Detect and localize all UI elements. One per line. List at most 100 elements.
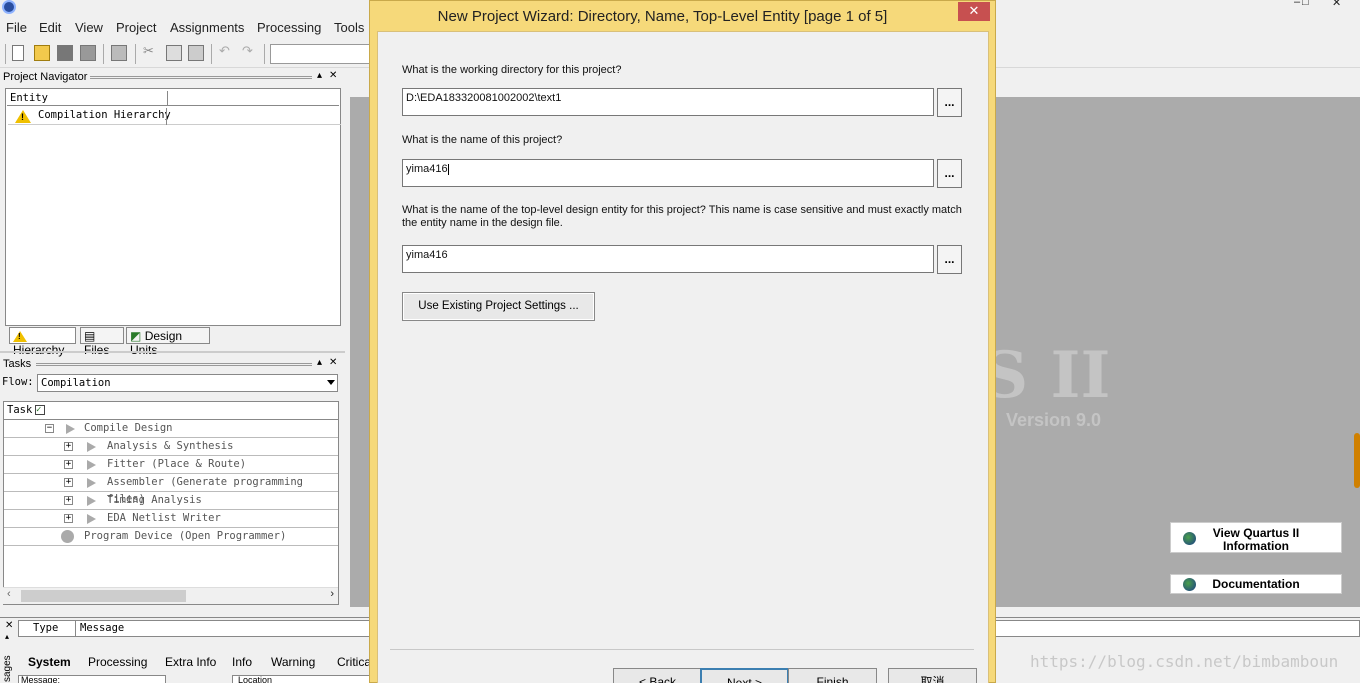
copy-icon[interactable] <box>166 45 182 61</box>
hierarchy-row[interactable]: ! Compilation Hierarchy <box>8 108 341 125</box>
column-task[interactable]: Task <box>7 402 32 419</box>
task-row[interactable]: Program Device (Open Programmer) <box>4 528 338 546</box>
horizontal-scrollbar[interactable]: ‹ › <box>3 587 338 604</box>
print-icon[interactable] <box>111 45 127 61</box>
save-all-icon[interactable] <box>80 45 96 61</box>
menu-assignments[interactable]: Assignments <box>170 20 244 35</box>
open-folder-icon[interactable] <box>34 45 50 61</box>
toolbar-combo[interactable] <box>270 44 370 64</box>
task-label: Fitter (Place & Route) <box>107 458 247 470</box>
task-row[interactable]: + Assembler (Generate programming files) <box>4 474 338 505</box>
task-label: Compile Design <box>84 422 173 434</box>
panel-close-icon[interactable]: ✕ <box>5 620 13 631</box>
paste-icon[interactable] <box>188 45 204 61</box>
toolbar-separator <box>211 44 212 64</box>
cancel-button[interactable]: 取消 <box>888 668 977 683</box>
panel-close-icon[interactable]: ✕ <box>329 70 337 81</box>
start-icon[interactable] <box>87 496 96 506</box>
project-navigator-title: Project Navigator <box>3 71 88 83</box>
tasks-header: Tasks ▴ ✕ <box>0 357 345 373</box>
panel-close-icon[interactable]: ✕ <box>329 357 337 368</box>
task-row[interactable]: + EDA Netlist Writer <box>4 510 338 528</box>
menu-processing[interactable]: Processing <box>257 20 321 35</box>
task-row[interactable]: + Analysis & Synthesis <box>4 438 338 456</box>
side-handle[interactable] <box>1354 433 1360 488</box>
column-blank <box>168 91 339 106</box>
project-name-input[interactable]: yima416 <box>402 159 934 187</box>
use-existing-settings-button[interactable]: Use Existing Project Settings ... <box>402 292 595 321</box>
panel-float-icon[interactable]: ▴ <box>5 632 9 641</box>
column-entity[interactable]: Entity <box>7 91 168 106</box>
location-field[interactable]: Location <box>232 675 372 683</box>
new-project-wizard-dialog: New Project Wizard: Directory, Name, Top… <box>369 0 996 683</box>
browse-directory-button[interactable]: ... <box>937 88 962 117</box>
close-app-button[interactable]: ✕ <box>1332 0 1341 9</box>
menu-tools[interactable]: Tools <box>334 20 364 35</box>
chevron-down-icon[interactable] <box>327 380 335 385</box>
save-icon[interactable] <box>57 45 73 61</box>
scrollbar-thumb[interactable] <box>21 590 186 602</box>
view-info-line2: Information <box>1223 539 1289 553</box>
start-icon[interactable] <box>87 442 96 452</box>
programmer-icon[interactable] <box>61 530 74 543</box>
menu-project[interactable]: Project <box>116 20 156 35</box>
panel-float-icon[interactable]: ▴ <box>317 70 322 81</box>
undo-icon[interactable]: ↶ <box>219 43 235 59</box>
start-icon[interactable] <box>87 478 96 488</box>
top-level-entity-input[interactable]: yima416 <box>402 245 934 273</box>
menu-edit[interactable]: Edit <box>39 20 61 35</box>
task-row[interactable]: − Compile Design <box>4 420 338 438</box>
tab-processing[interactable]: Processing <box>88 654 147 670</box>
column-divider <box>75 621 76 636</box>
browse-entity-button[interactable]: ... <box>937 245 962 274</box>
directory-input[interactable]: D:\EDA183320081002002\text1 <box>402 88 934 116</box>
new-file-icon[interactable] <box>12 45 24 61</box>
next-button[interactable]: Next > <box>700 668 789 683</box>
expand-icon[interactable]: + <box>64 514 73 523</box>
expand-icon[interactable]: + <box>64 442 73 451</box>
menu-file[interactable]: File <box>6 20 27 35</box>
dialog-body: What is the working directory for this p… <box>377 31 989 683</box>
splash-version: Version 9.0 <box>1006 410 1102 430</box>
tab-warning[interactable]: Warning <box>271 654 315 670</box>
browse-name-button[interactable]: ... <box>937 159 962 188</box>
start-icon[interactable] <box>87 460 96 470</box>
task-label: Program Device (Open Programmer) <box>84 530 287 542</box>
expand-icon[interactable]: + <box>64 478 73 487</box>
pane-splitter[interactable] <box>0 351 345 353</box>
view-info-button[interactable]: View Quartus II Information <box>1170 522 1342 553</box>
minimize-button[interactable]: – <box>1294 0 1300 8</box>
tab-info[interactable]: Info <box>232 654 252 670</box>
tab-extra-info[interactable]: Extra Info <box>165 654 216 670</box>
checkbox-icon[interactable]: ✓ <box>35 405 45 415</box>
tab-design-units[interactable]: ◩ Design Units <box>126 327 210 357</box>
task-row[interactable]: + Fitter (Place & Route) <box>4 456 338 474</box>
project-navigator: Entity ! Compilation Hierarchy <box>5 88 341 326</box>
documentation-button[interactable]: Documentation <box>1170 574 1342 594</box>
expand-icon[interactable]: + <box>64 496 73 505</box>
panel-float-icon[interactable]: ▴ <box>317 357 322 368</box>
scroll-left-icon[interactable]: ‹ <box>7 588 11 600</box>
tab-files[interactable]: ▤ Files <box>80 327 124 357</box>
flow-select[interactable]: Compilation <box>37 374 338 392</box>
start-icon[interactable] <box>66 424 75 434</box>
task-row[interactable]: + Timing Analysis <box>4 492 338 510</box>
back-button[interactable]: < Back <box>613 668 702 683</box>
expand-icon[interactable]: + <box>64 460 73 469</box>
scroll-right-icon[interactable]: › <box>330 588 334 600</box>
column-type[interactable]: Type <box>33 622 58 634</box>
message-field[interactable]: Message: <box>18 675 166 683</box>
start-icon[interactable] <box>87 514 96 524</box>
cut-icon[interactable]: ✂ <box>143 43 159 59</box>
maximize-button[interactable]: □ <box>1302 0 1309 8</box>
column-message[interactable]: Message <box>80 622 124 634</box>
redo-icon[interactable]: ↷ <box>242 43 258 59</box>
tab-system[interactable]: System <box>28 654 71 670</box>
tab-hierarchy[interactable]: ! Hierarchy <box>9 327 76 357</box>
toolbar-grip <box>5 44 6 64</box>
menu-view[interactable]: View <box>75 20 103 35</box>
dialog-close-button[interactable]: ✕ <box>958 2 990 21</box>
collapse-icon[interactable]: − <box>45 424 54 433</box>
finish-button[interactable]: Finish <box>788 668 877 683</box>
toolbar-separator <box>135 44 136 64</box>
